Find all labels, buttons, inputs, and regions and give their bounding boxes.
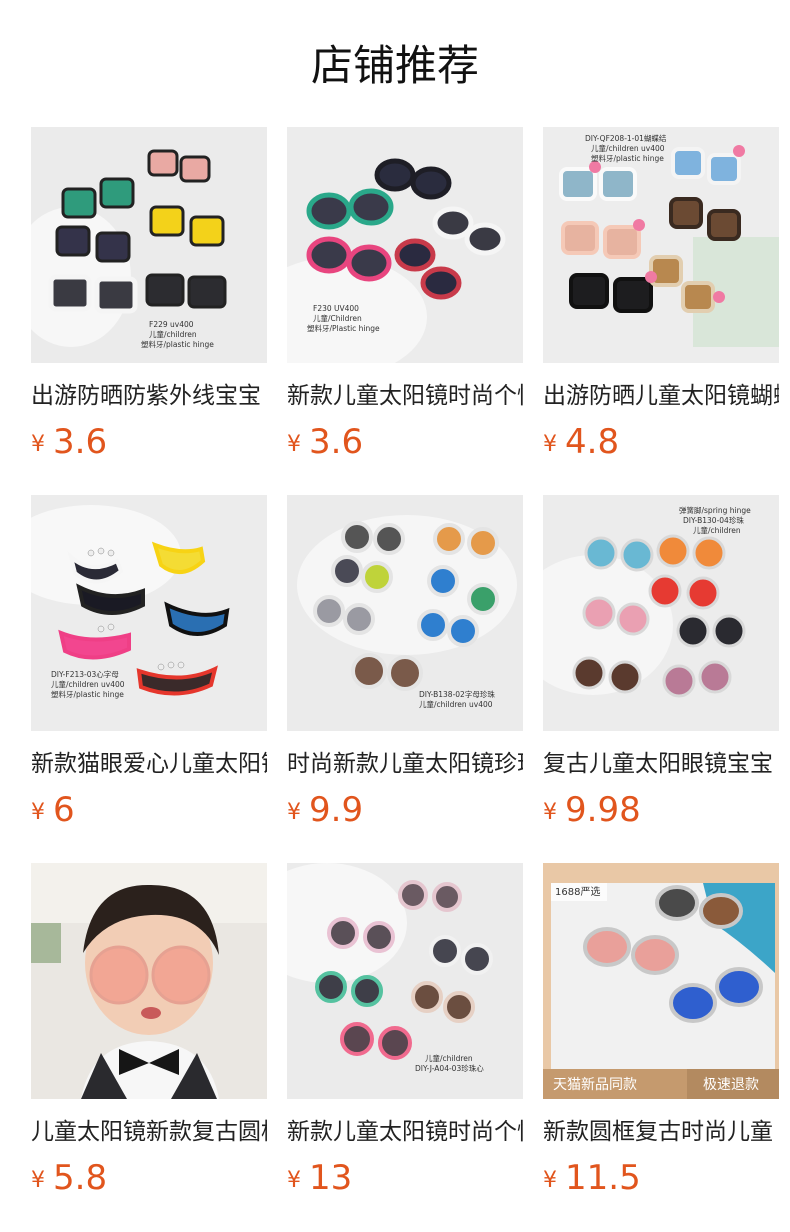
currency-symbol: ¥ (287, 432, 301, 457)
product-card[interactable]: DIY-QF208-1-01蝴蝶结 儿童/children uv400 塑料牙/… (543, 127, 779, 465)
currency-symbol: ¥ (31, 432, 45, 457)
image-label: 儿童/children uv400 (419, 699, 493, 709)
image-label: F229 uv400 (149, 320, 194, 329)
price-value: 4.8 (565, 422, 620, 462)
product-image[interactable]: 儿童/children DIY-J-A04-03珍珠心 (287, 863, 523, 1099)
product-title[interactable]: 新款儿童太阳镜时尚个性 (287, 379, 523, 413)
product-price: ¥6 (31, 787, 267, 833)
price-value: 9.9 (309, 790, 364, 830)
sunglasses-photo: 弹簧脚/spring hinge DIY-B130-04珍珠 儿童/childr… (543, 495, 779, 731)
image-label: 1688严选 (555, 885, 600, 898)
image-label: F230 UV400 (313, 304, 359, 313)
child-with-sunglasses-photo (31, 863, 267, 1099)
currency-symbol: ¥ (543, 432, 557, 457)
image-label: 儿童/children uv400 (51, 679, 125, 689)
product-card[interactable]: 弹簧脚/spring hinge DIY-B130-04珍珠 儿童/childr… (543, 495, 779, 833)
product-price: ¥11.5 (543, 1155, 779, 1201)
currency-symbol: ¥ (287, 800, 301, 825)
product-title[interactable]: 复古儿童太阳眼镜宝宝 (543, 747, 779, 781)
product-title[interactable]: 出游防晒防紫外线宝宝 (31, 379, 267, 413)
image-label: 塑料牙/plastic hinge (591, 153, 664, 163)
sunglasses-photo: F230 UV400 儿童/Children 塑料牙/Plastic hinge (287, 127, 523, 363)
product-price: ¥3.6 (31, 419, 267, 465)
image-label: DIY-QF208-1-01蝴蝶结 (585, 133, 667, 143)
product-image[interactable]: DIY-B138-02字母珍珠 儿童/children uv400 (287, 495, 523, 731)
currency-symbol: ¥ (31, 1168, 45, 1193)
currency-symbol: ¥ (543, 1168, 557, 1193)
image-label: DIY-B138-02字母珍珠 (419, 689, 495, 699)
product-card[interactable]: 儿童太阳镜新款复古圆框 ¥5.8 (31, 863, 267, 1201)
product-image[interactable]: F230 UV400 儿童/Children 塑料牙/Plastic hinge (287, 127, 523, 363)
currency-symbol: ¥ (31, 800, 45, 825)
image-label: 儿童/children (425, 1053, 473, 1063)
sunglasses-photo: DIY-F213-03心字母 儿童/children uv400 塑料牙/pla… (31, 495, 267, 731)
product-card[interactable]: F229 uv400 儿童/children 塑料牙/plastic hinge… (31, 127, 267, 465)
price-value: 3.6 (53, 422, 108, 462)
sunglasses-photo: DIY-B138-02字母珍珠 儿童/children uv400 (287, 495, 523, 731)
image-label: 儿童/children (693, 525, 741, 535)
image-label: DIY-B130-04珍珠 (683, 515, 744, 525)
product-price: ¥4.8 (543, 419, 779, 465)
product-title[interactable]: 儿童太阳镜新款复古圆框 (31, 1115, 267, 1149)
image-badge: 天猫新品同款 (553, 1077, 637, 1093)
product-card[interactable]: F230 UV400 儿童/Children 塑料牙/Plastic hinge… (287, 127, 523, 465)
currency-symbol: ¥ (543, 800, 557, 825)
image-label: 塑料牙/plastic hinge (51, 689, 124, 699)
product-price: ¥9.9 (287, 787, 523, 833)
image-label: 儿童/children (149, 329, 197, 339)
image-label: 儿童/Children (313, 313, 362, 323)
image-badge: 极速退款 (703, 1077, 759, 1093)
product-card[interactable]: DIY-B138-02字母珍珠 儿童/children uv400 时尚新款儿童… (287, 495, 523, 833)
product-image[interactable] (31, 863, 267, 1099)
product-price: ¥5.8 (31, 1155, 267, 1201)
image-label: 塑料牙/plastic hinge (141, 339, 214, 349)
product-image[interactable]: 1688严选 天猫新品同款 极速退款 (543, 863, 779, 1099)
price-value: 11.5 (565, 1158, 641, 1198)
product-card[interactable]: DIY-F213-03心字母 儿童/children uv400 塑料牙/pla… (31, 495, 267, 833)
product-image[interactable]: F229 uv400 儿童/children 塑料牙/plastic hinge (31, 127, 267, 363)
product-image[interactable]: DIY-QF208-1-01蝴蝶结 儿童/children uv400 塑料牙/… (543, 127, 779, 363)
price-value: 9.98 (565, 790, 641, 830)
price-value: 3.6 (309, 422, 364, 462)
image-label: DIY-F213-03心字母 (51, 669, 119, 679)
product-card[interactable]: 儿童/children DIY-J-A04-03珍珠心 新款儿童太阳镜时尚个性 … (287, 863, 523, 1201)
product-title[interactable]: 新款圆框复古时尚儿童 (543, 1115, 779, 1149)
product-title[interactable]: 时尚新款儿童太阳镜珍珠 (287, 747, 523, 781)
product-price: ¥9.98 (543, 787, 779, 833)
sunglasses-photo: DIY-QF208-1-01蝴蝶结 儿童/children uv400 塑料牙/… (543, 127, 779, 363)
section-title: 店铺推荐 (310, 41, 479, 90)
image-label: DIY-J-A04-03珍珠心 (415, 1063, 484, 1073)
price-value: 6 (53, 790, 75, 830)
image-label: 塑料牙/Plastic hinge (307, 323, 380, 333)
product-image[interactable]: 弹簧脚/spring hinge DIY-B130-04珍珠 儿童/childr… (543, 495, 779, 731)
price-value: 5.8 (53, 1158, 108, 1198)
product-card[interactable]: 1688严选 天猫新品同款 极速退款 新款圆框复古时尚儿童 ¥11.5 (543, 863, 779, 1201)
product-title[interactable]: 新款儿童太阳镜时尚个性 (287, 1115, 523, 1149)
price-value: 13 (309, 1158, 353, 1198)
product-image[interactable]: DIY-F213-03心字母 儿童/children uv400 塑料牙/pla… (31, 495, 267, 731)
product-title[interactable]: 新款猫眼爱心儿童太阳镜 (31, 747, 267, 781)
product-price: ¥3.6 (287, 419, 523, 465)
image-label: 儿童/children uv400 (591, 143, 665, 153)
currency-symbol: ¥ (287, 1168, 301, 1193)
image-label: 弹簧脚/spring hinge (679, 505, 751, 515)
product-title[interactable]: 出游防晒儿童太阳镜蝴蝶 (543, 379, 779, 413)
sunglasses-photo: F229 uv400 儿童/children 塑料牙/plastic hinge (31, 127, 267, 363)
product-price: ¥13 (287, 1155, 523, 1201)
sunglasses-photo: 1688严选 天猫新品同款 极速退款 (543, 863, 779, 1099)
shop-recommendations: 店铺推荐 F229 uv400 儿童/children 塑料牙/plastic … (0, 0, 790, 1232)
sunglasses-photo: 儿童/children DIY-J-A04-03珍珠心 (287, 863, 523, 1099)
